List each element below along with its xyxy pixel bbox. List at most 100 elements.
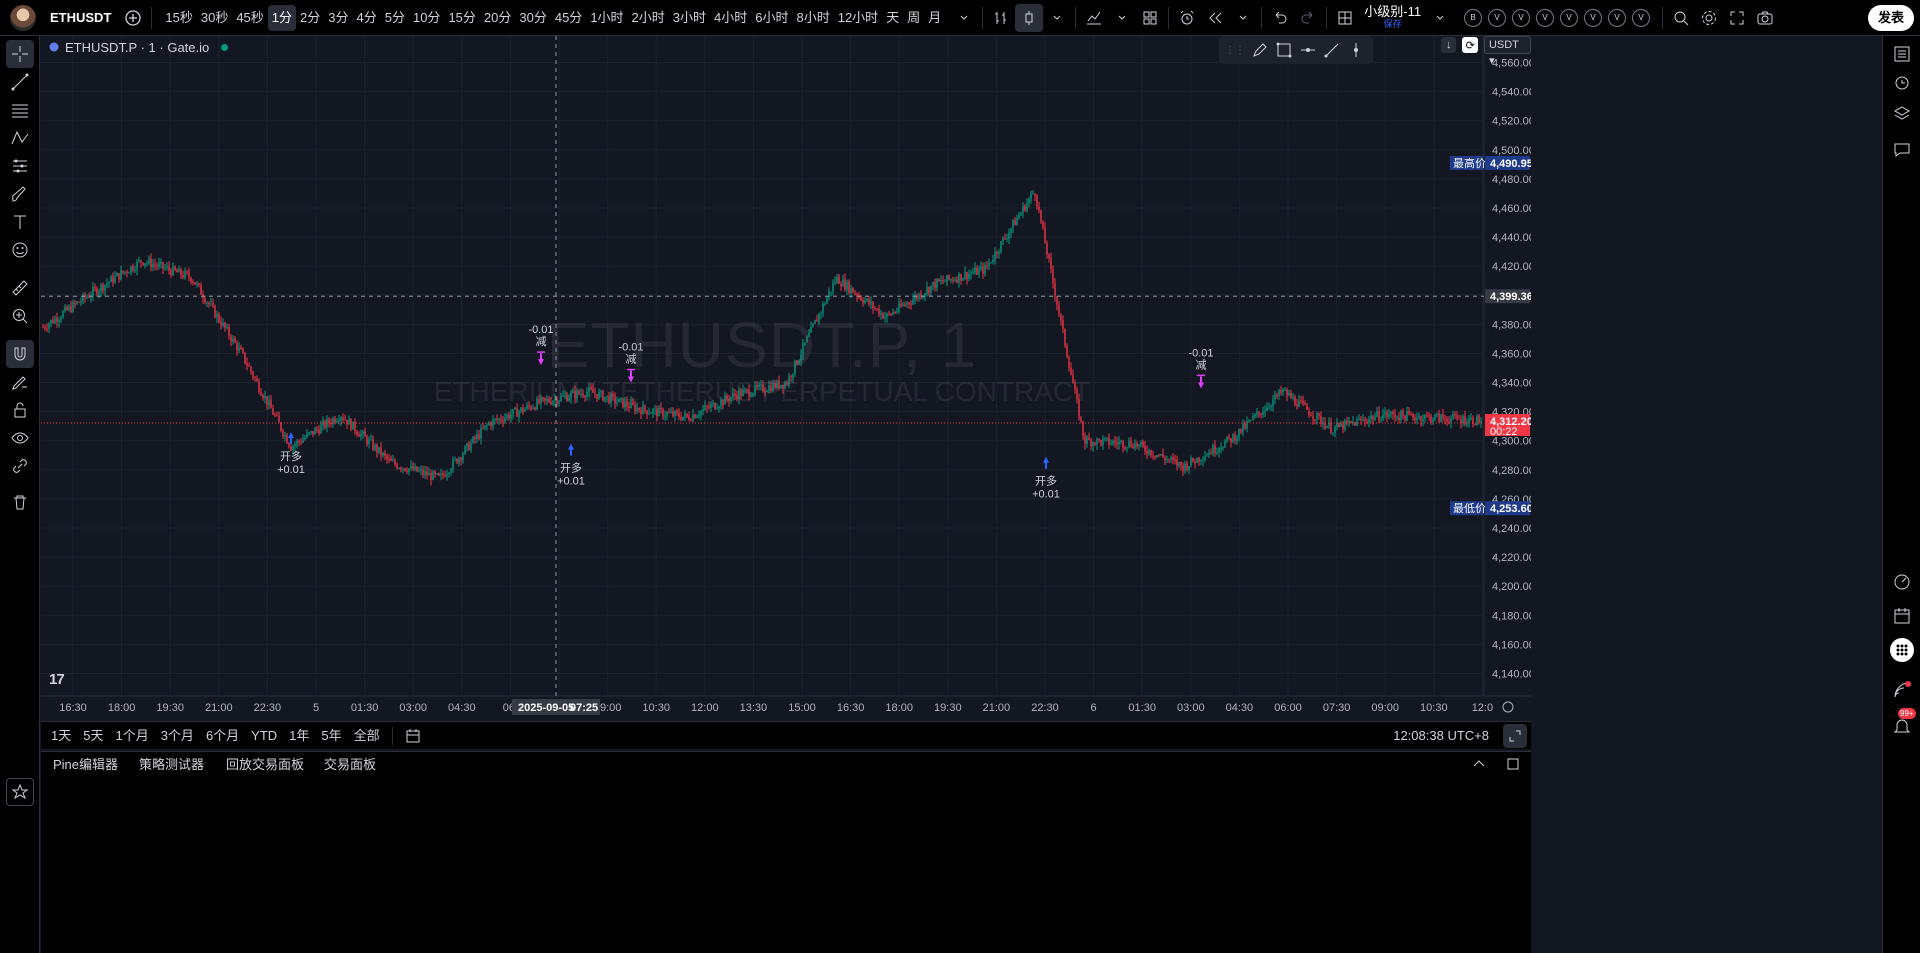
panel-tab-3[interactable]: 交易面板 bbox=[312, 752, 388, 778]
layers-icon[interactable] bbox=[1888, 100, 1916, 128]
interval-13[interactable]: 1小时 bbox=[586, 5, 627, 31]
shortcut-circle-7[interactable]: V bbox=[1632, 8, 1651, 27]
quick-search-icon[interactable] bbox=[1667, 4, 1695, 32]
shortcut-circle-5[interactable]: V bbox=[1584, 8, 1603, 27]
fullscreen-icon[interactable] bbox=[1723, 4, 1751, 32]
interval-19[interactable]: 12小时 bbox=[834, 5, 882, 31]
price-chart[interactable]: 4,560.00 4,540.00 4,520.00 4,500.00 4,480.00… bbox=[41, 36, 1531, 718]
timezone-clock[interactable]: 12:08:38 UTC+8 bbox=[1393, 722, 1489, 750]
rectangle-icon[interactable] bbox=[1275, 41, 1293, 59]
eye-icon[interactable] bbox=[6, 424, 34, 452]
watchlist-icon[interactable] bbox=[1888, 40, 1916, 68]
interval-1[interactable]: 30秒 bbox=[197, 5, 232, 31]
redo-icon[interactable] bbox=[1294, 4, 1322, 32]
notification-bell-icon[interactable]: 99+ bbox=[1888, 708, 1916, 740]
interval-14[interactable]: 2小时 bbox=[628, 5, 669, 31]
text-icon[interactable] bbox=[6, 208, 34, 236]
interval-17[interactable]: 6小时 bbox=[751, 5, 792, 31]
range-5[interactable]: YTD bbox=[245, 724, 283, 748]
templates-icon[interactable] bbox=[1136, 4, 1164, 32]
panel-tab-0[interactable]: Pine编辑器 bbox=[41, 752, 130, 778]
brush-icon[interactable] bbox=[6, 180, 34, 208]
link-icon[interactable] bbox=[6, 452, 34, 480]
pattern-icon[interactable] bbox=[6, 124, 34, 152]
tradingview-logo[interactable]: 17 bbox=[49, 671, 65, 688]
interval-8[interactable]: 10分 bbox=[409, 5, 444, 31]
interval-16[interactable]: 4小时 bbox=[710, 5, 751, 31]
ruler-icon[interactable] bbox=[6, 274, 34, 302]
horizontal-line-icon[interactable] bbox=[1299, 41, 1317, 59]
panel-tab-1[interactable]: 策略测试器 bbox=[127, 752, 216, 778]
shortcut-circle-2[interactable]: V bbox=[1512, 8, 1531, 27]
apps-grid-icon[interactable] bbox=[1888, 636, 1916, 664]
interval-3[interactable]: 1分 bbox=[267, 4, 297, 31]
interval-11[interactable]: 30分 bbox=[515, 5, 550, 31]
crosshair-icon[interactable] bbox=[6, 40, 34, 68]
interval-15[interactable]: 3小时 bbox=[669, 5, 710, 31]
interval-2[interactable]: 45秒 bbox=[232, 5, 267, 31]
interval-6[interactable]: 4分 bbox=[353, 5, 381, 31]
range-1[interactable]: 5天 bbox=[77, 724, 109, 748]
shortcut-circle-6[interactable]: V bbox=[1608, 8, 1627, 27]
refresh-icon[interactable]: ⟳ bbox=[1462, 37, 1478, 53]
chevron-up-icon[interactable] bbox=[1471, 756, 1487, 777]
range-4[interactable]: 6个月 bbox=[200, 724, 245, 748]
indicators-icon[interactable] bbox=[1080, 4, 1108, 32]
shortcut-circle-0[interactable]: B bbox=[1464, 8, 1483, 27]
maximize-panel-icon[interactable] bbox=[1505, 756, 1521, 777]
add-symbol-icon[interactable] bbox=[119, 4, 147, 32]
interval-21[interactable]: 周 bbox=[903, 5, 924, 31]
shortcut-circle-1[interactable]: V bbox=[1488, 8, 1507, 27]
calendar-icon[interactable] bbox=[1888, 602, 1916, 630]
chevron-down-icon[interactable] bbox=[1108, 4, 1136, 32]
range-7[interactable]: 5年 bbox=[315, 724, 347, 748]
interval-20[interactable]: 天 bbox=[882, 5, 903, 31]
replay-icon[interactable] bbox=[1201, 4, 1229, 32]
range-6[interactable]: 1年 bbox=[283, 724, 315, 748]
layout-grid-icon[interactable] bbox=[1331, 4, 1359, 32]
publish-button[interactable]: 发表 bbox=[1867, 5, 1914, 31]
chat-icon[interactable] bbox=[1888, 136, 1916, 164]
symbol-search[interactable]: ETHUSDT bbox=[50, 10, 111, 25]
prediction-icon[interactable] bbox=[6, 152, 34, 180]
chevron-down-icon[interactable] bbox=[1043, 4, 1071, 32]
camera-snapshot-icon[interactable] bbox=[1751, 4, 1779, 32]
bar-chart-type-icon[interactable] bbox=[987, 4, 1015, 32]
shortcut-circle-4[interactable]: V bbox=[1560, 8, 1579, 27]
fib-retracement-icon[interactable] bbox=[6, 96, 34, 124]
drag-handle-icon[interactable]: ⋮⋮ bbox=[1225, 45, 1245, 56]
interval-12[interactable]: 45分 bbox=[551, 5, 586, 31]
panel-tab-2[interactable]: 回放交易面板 bbox=[214, 752, 316, 778]
alarm-clock-icon[interactable] bbox=[1888, 68, 1916, 96]
chevron-down-icon[interactable] bbox=[1426, 4, 1454, 32]
broadcast-icon[interactable] bbox=[1888, 676, 1916, 704]
chevron-down-icon[interactable] bbox=[1229, 4, 1257, 32]
pen-icon[interactable] bbox=[1251, 41, 1269, 59]
trend-line-icon[interactable] bbox=[6, 68, 34, 96]
range-3[interactable]: 3个月 bbox=[155, 724, 200, 748]
favorites-star-icon[interactable] bbox=[6, 778, 34, 806]
range-8[interactable]: 全部 bbox=[348, 724, 386, 748]
range-2[interactable]: 1个月 bbox=[109, 724, 154, 748]
range-0[interactable]: 1天 bbox=[45, 724, 77, 748]
zoom-in-icon[interactable] bbox=[6, 302, 34, 330]
stay-drawing-icon[interactable] bbox=[6, 368, 34, 396]
layout-name[interactable]: 小级别-11 保存 bbox=[1359, 0, 1426, 36]
currency-select[interactable]: USDT ▾ bbox=[1483, 36, 1531, 67]
speedometer-icon[interactable] bbox=[1888, 568, 1916, 596]
settings-gear-icon[interactable] bbox=[1695, 4, 1723, 32]
interval-18[interactable]: 8小时 bbox=[792, 5, 833, 31]
emoji-icon[interactable] bbox=[6, 236, 34, 264]
chevron-down-icon[interactable] bbox=[950, 4, 978, 32]
legend-title[interactable]: ETHUSDT.P · 1 · Gate.io bbox=[65, 40, 209, 55]
interval-9[interactable]: 15分 bbox=[444, 5, 479, 31]
shortcut-circle-3[interactable]: V bbox=[1536, 8, 1555, 27]
arrow-down-icon[interactable]: ↓ bbox=[1441, 37, 1457, 53]
plot-area[interactable] bbox=[41, 36, 1484, 696]
interval-22[interactable]: 月 bbox=[924, 5, 945, 31]
trash-icon[interactable] bbox=[6, 488, 34, 516]
interval-0[interactable]: 15秒 bbox=[161, 5, 196, 31]
magnet-icon[interactable] bbox=[6, 340, 34, 368]
ray-icon[interactable] bbox=[1323, 41, 1341, 59]
candle-chart-type-icon[interactable] bbox=[1015, 3, 1044, 32]
